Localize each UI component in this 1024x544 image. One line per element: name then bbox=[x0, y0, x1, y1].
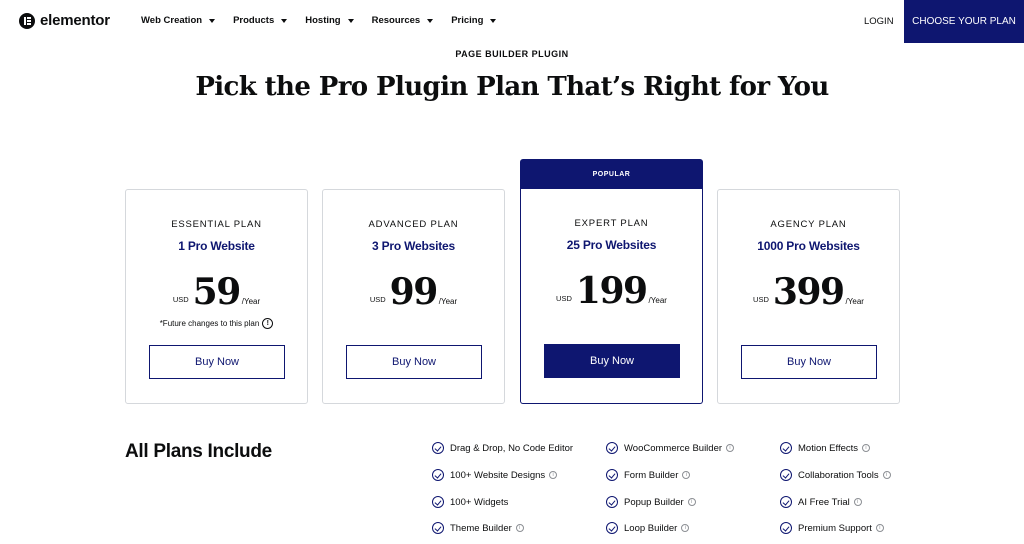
check-circle-icon bbox=[780, 522, 792, 534]
popular-badge: POPULAR bbox=[520, 159, 703, 190]
check-circle-icon bbox=[432, 522, 444, 534]
price-period: /Year bbox=[241, 297, 261, 306]
choose-plan-button[interactable]: CHOOSE YOUR PLAN bbox=[904, 0, 1024, 43]
price-amount: 399 bbox=[772, 271, 845, 313]
plan-card-advanced: ADVANCED PLAN 3 Pro Websites USD 99 /Yea… bbox=[322, 189, 505, 404]
info-icon[interactable]: i bbox=[549, 471, 558, 479]
info-icon[interactable]: i bbox=[681, 524, 690, 532]
info-icon[interactable]: i bbox=[862, 444, 871, 452]
feature-item: Form Builder i bbox=[606, 469, 691, 481]
feature-item: Popup Builder i bbox=[606, 496, 696, 508]
feature-item: Premium Support i bbox=[780, 522, 884, 534]
plan-note-text: *Future changes to this plan bbox=[159, 319, 260, 328]
buy-now-button[interactable]: Buy Now bbox=[346, 345, 482, 379]
price-currency: USD bbox=[369, 295, 386, 304]
elementor-logo-icon bbox=[19, 12, 35, 29]
price-amount: 59 bbox=[192, 271, 242, 313]
info-icon[interactable]: i bbox=[875, 524, 884, 532]
price-period: /Year bbox=[845, 297, 864, 306]
price-currency: USD bbox=[753, 295, 769, 304]
info-icon[interactable]: i bbox=[726, 444, 735, 452]
plan-card-essential: ESSENTIAL PLAN 1 Pro Website USD 59 /Yea… bbox=[125, 189, 308, 404]
menu-item-products[interactable]: Products bbox=[233, 15, 288, 26]
menu-item-pricing[interactable]: Pricing bbox=[451, 15, 497, 26]
info-icon[interactable]: i bbox=[687, 498, 696, 506]
check-circle-icon bbox=[606, 496, 618, 508]
check-circle-icon bbox=[606, 442, 618, 454]
price-currency: USD bbox=[172, 295, 189, 304]
menu-item-web-creation[interactable]: Web Creation bbox=[141, 15, 216, 26]
check-circle-icon bbox=[606, 469, 618, 481]
feature-item: AI Free Trial i bbox=[780, 496, 862, 508]
top-nav: elementor Web Creation Products Hosting … bbox=[0, 0, 1024, 43]
info-icon[interactable]: i bbox=[882, 471, 891, 479]
price-currency: USD bbox=[556, 294, 572, 303]
plan-price: USD 199 /Year bbox=[521, 273, 702, 309]
plan-card-expert: EXPERT PLAN 25 Pro Websites USD 199 /Yea… bbox=[520, 189, 703, 404]
plan-name: ADVANCED PLAN bbox=[368, 219, 459, 230]
login-link[interactable]: LOGIN bbox=[864, 16, 894, 27]
check-circle-icon bbox=[780, 496, 792, 508]
feature-item: Loop Builder i bbox=[606, 522, 690, 534]
feature-item: Motion Effects i bbox=[780, 442, 871, 454]
plan-price: USD 99 /Year bbox=[323, 274, 504, 310]
price-amount: 99 bbox=[389, 271, 439, 313]
check-circle-icon bbox=[780, 469, 792, 481]
price-amount: 199 bbox=[575, 270, 648, 312]
chevron-down-icon bbox=[490, 18, 497, 23]
plan-note: *Future changes to this plan ! bbox=[126, 318, 307, 329]
check-circle-icon bbox=[606, 522, 618, 534]
menu-item-resources[interactable]: Resources bbox=[372, 15, 434, 26]
plan-sites: 25 Pro Websites bbox=[566, 238, 657, 252]
includes-title: All Plans Include bbox=[125, 441, 272, 462]
price-period: /Year bbox=[648, 296, 667, 305]
chevron-down-icon bbox=[209, 18, 216, 23]
buy-now-button[interactable]: Buy Now bbox=[741, 345, 877, 379]
check-circle-icon bbox=[780, 442, 792, 454]
elementor-logo[interactable]: elementor bbox=[19, 12, 110, 29]
plan-sites: 1 Pro Website bbox=[178, 239, 255, 253]
plan-card-agency: AGENCY PLAN 1000 Pro Websites USD 399 /Y… bbox=[717, 189, 900, 404]
buy-now-button[interactable]: Buy Now bbox=[544, 344, 680, 378]
plan-price: USD 59 /Year bbox=[126, 274, 307, 310]
info-icon[interactable]: i bbox=[853, 498, 862, 506]
chevron-down-icon bbox=[427, 18, 434, 23]
menu-item-hosting[interactable]: Hosting bbox=[305, 15, 354, 26]
plan-name: AGENCY PLAN bbox=[770, 219, 847, 230]
price-period: /Year bbox=[438, 297, 458, 306]
check-circle-icon bbox=[432, 442, 444, 454]
info-icon[interactable]: ! bbox=[262, 318, 274, 329]
main-menu: Web Creation Products Hosting Resources … bbox=[141, 15, 514, 26]
plan-name: EXPERT PLAN bbox=[574, 218, 649, 229]
plan-price: USD 399 /Year bbox=[718, 274, 899, 310]
info-icon[interactable]: i bbox=[682, 471, 691, 479]
chevron-down-icon bbox=[281, 18, 288, 23]
feature-item: 100+ Widgets bbox=[432, 496, 508, 508]
feature-item: WooCommerce Builder i bbox=[606, 442, 735, 454]
page-eyebrow: PAGE BUILDER PLUGIN bbox=[455, 49, 569, 59]
feature-item: Collaboration Tools i bbox=[780, 469, 891, 481]
check-circle-icon bbox=[432, 469, 444, 481]
feature-item: Theme Builder i bbox=[432, 522, 524, 534]
info-icon[interactable]: i bbox=[515, 524, 524, 532]
feature-item: 100+ Website Designs i bbox=[432, 469, 558, 481]
plan-sites: 1000 Pro Websites bbox=[757, 239, 860, 253]
check-circle-icon bbox=[432, 496, 444, 508]
page-title: Pick the Pro Plugin Plan That’s Right fo… bbox=[195, 72, 829, 102]
logo-text: elementor bbox=[40, 12, 110, 29]
chevron-down-icon bbox=[347, 18, 354, 23]
feature-item: Drag & Drop, No Code Editor bbox=[432, 442, 573, 454]
buy-now-button[interactable]: Buy Now bbox=[149, 345, 285, 379]
plan-name: ESSENTIAL PLAN bbox=[171, 219, 262, 230]
plan-sites: 3 Pro Websites bbox=[371, 239, 455, 253]
